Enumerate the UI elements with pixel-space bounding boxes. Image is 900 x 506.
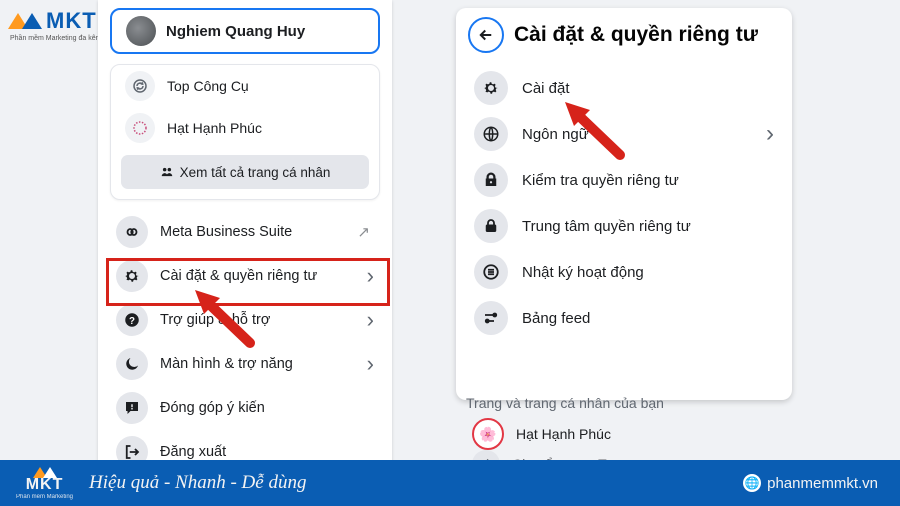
- chevron-right-icon: ›: [367, 263, 374, 289]
- menu-label: Đăng xuất: [160, 444, 374, 460]
- avatar: [126, 16, 156, 46]
- lock-shield-icon: [474, 163, 508, 197]
- settings-item-label: Nhật ký hoạt động: [522, 264, 774, 281]
- infinity-icon: [116, 216, 148, 248]
- menu-label: Meta Business Suite: [160, 224, 374, 240]
- bg-row-page[interactable]: 🌸 Hạt Hạnh Phúc: [472, 419, 792, 449]
- brand-subtitle: Phần mềm Marketing đa kênh: [10, 35, 103, 42]
- quick-item-hat-hanh-phuc[interactable]: Hạt Hạnh Phúc: [111, 107, 379, 149]
- page-avatar-icon: 🌸: [472, 418, 504, 450]
- lock-icon: [474, 209, 508, 243]
- list-icon: [474, 255, 508, 289]
- settings-privacy-panel: Cài đặt & quyền riêng tư Cài đặt Ngôn ng…: [456, 8, 792, 400]
- brand-mark-icon: [8, 13, 42, 29]
- profile-name: Nghiem Quang Huy: [166, 23, 305, 40]
- globe-icon: 🌐: [743, 474, 761, 492]
- settings-item-label: Ngôn ngữ: [522, 126, 752, 143]
- settings-item-kiem-tra-quyen[interactable]: Kiểm tra quyền riêng tư: [466, 157, 782, 203]
- gear-icon: [116, 260, 148, 292]
- settings-item-label: Cài đặt: [522, 80, 774, 97]
- refresh-circle-icon: [125, 71, 155, 101]
- quick-access-card: Top Công Cụ Hạt Hạnh Phúc Xem tất cả tra…: [110, 64, 380, 200]
- menu-feedback[interactable]: Đóng góp ý kiến: [110, 386, 380, 430]
- settings-item-label: Bảng feed: [522, 310, 774, 327]
- view-all-profiles-label: Xem tất cả trang cá nhân: [180, 165, 331, 180]
- bg-row-label: Hạt Hạnh Phúc: [516, 426, 611, 442]
- sliders-icon: [474, 301, 508, 335]
- quick-item-label: Hạt Hạnh Phúc: [167, 120, 262, 136]
- back-button[interactable]: [468, 17, 504, 53]
- red-arrow-left: [190, 288, 260, 348]
- footer-logo: MKT Phần mềm Marketing: [16, 467, 73, 500]
- settings-item-bang-feed[interactable]: Bảng feed: [466, 295, 782, 341]
- view-all-profiles-button[interactable]: Xem tất cả trang cá nhân: [121, 155, 369, 189]
- settings-item-trung-tam-quyen[interactable]: Trung tâm quyền riêng tư: [466, 203, 782, 249]
- svg-text:?: ?: [129, 316, 135, 327]
- quick-item-top-cong-cu[interactable]: Top Công Cụ: [111, 65, 379, 107]
- footer-bar: MKT Phần mềm Marketing Hiệu quả - Nhanh …: [0, 460, 900, 506]
- profile-button[interactable]: Nghiem Quang Huy: [110, 8, 380, 54]
- menu-label: Màn hình & trợ năng: [160, 356, 355, 372]
- menu-label: Cài đặt & quyền riêng tư: [160, 268, 355, 284]
- feedback-icon: [116, 392, 148, 424]
- panel-title: Cài đặt & quyền riêng tư: [514, 23, 758, 47]
- panel-header: Cài đặt & quyền riêng tư: [456, 8, 792, 63]
- footer-site[interactable]: 🌐 phanmemmkt.vn: [743, 474, 878, 492]
- chevron-right-icon: ›: [766, 120, 774, 148]
- external-link-icon: ↗: [357, 223, 370, 241]
- chevron-right-icon: ›: [367, 307, 374, 333]
- footer-site-label: phanmemmkt.vn: [767, 475, 878, 492]
- account-menu-panel: Nghiem Quang Huy Top Công Cụ Hạt Hạnh Ph…: [98, 0, 392, 466]
- menu-meta-business-suite[interactable]: Meta Business Suite ↗: [110, 210, 380, 254]
- globe-icon: [474, 117, 508, 151]
- flower-moon-icon: [125, 113, 155, 143]
- people-switch-icon: [160, 165, 174, 179]
- help-icon: ?: [116, 304, 148, 336]
- chevron-right-icon: ›: [367, 351, 374, 377]
- quick-item-label: Top Công Cụ: [167, 78, 249, 94]
- footer-slogan: Hiệu quả - Nhanh - Dễ dùng: [89, 472, 306, 494]
- settings-item-label: Kiểm tra quyền riêng tư: [522, 172, 774, 189]
- gear-icon: [474, 71, 508, 105]
- brand-name: MKT: [46, 8, 97, 34]
- bg-heading: Trang và trang cá nhân của bạn: [466, 395, 792, 411]
- footer-brand-name: MKT: [26, 476, 64, 494]
- menu-display-accessibility[interactable]: Màn hình & trợ năng ›: [110, 342, 380, 386]
- red-arrow-right: [560, 100, 630, 160]
- brand-logo: MKT Phần mềm Marketing đa kênh: [8, 8, 103, 42]
- settings-item-nhat-ky[interactable]: Nhật ký hoạt động: [466, 249, 782, 295]
- footer-brand-sub: Phần mềm Marketing: [16, 494, 73, 500]
- menu-label: Đóng góp ý kiến: [160, 400, 374, 416]
- settings-item-label: Trung tâm quyền riêng tư: [522, 218, 774, 235]
- arrow-left-icon: [477, 26, 495, 44]
- moon-icon: [116, 348, 148, 380]
